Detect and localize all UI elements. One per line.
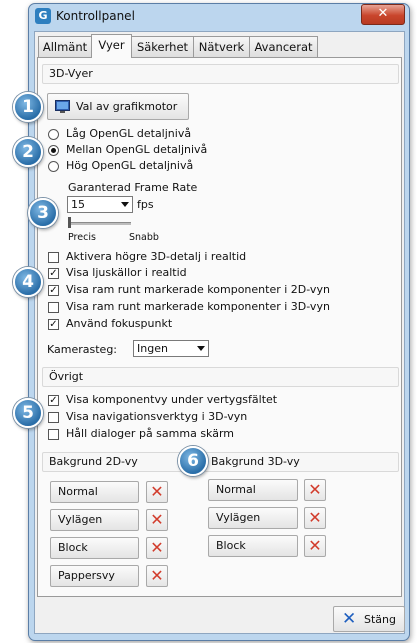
radio-medium-detail[interactable]: [48, 145, 59, 156]
delete-background-3d-vylagen-button[interactable]: ✕: [304, 507, 326, 529]
background-2d-pappersvy[interactable]: Pappersvy: [50, 565, 139, 587]
callout-badge-3: 3: [28, 198, 58, 228]
checkbox-focus-point[interactable]: ✓: [48, 319, 59, 330]
section-header-background-3d: Bakgrund 3D-vy: [204, 452, 399, 472]
checkbox-frame-3d-label: Visa ram runt markerade komponenter i 3D…: [66, 300, 330, 313]
frame-rate-value: 15: [71, 198, 85, 211]
delete-background-3d-normal-button[interactable]: ✕: [304, 479, 326, 501]
graphics-engine-button-label: Val av grafikmotor: [76, 100, 178, 113]
monitor-icon: [55, 100, 70, 113]
tab-vyer[interactable]: Vyer: [91, 34, 132, 58]
close-dialog-button-label: Stäng: [364, 613, 396, 626]
delete-background-2d-block-button[interactable]: ✕: [146, 537, 168, 559]
checkbox-light-sources[interactable]: ✓: [48, 268, 59, 279]
tab-avancerat[interactable]: Avancerat: [249, 36, 318, 57]
radio-low-detail[interactable]: [48, 129, 59, 140]
section-header-other: Övrigt: [42, 367, 399, 387]
background-3d-normal[interactable]: Normal: [208, 479, 298, 501]
callout-badge-4: 4: [13, 267, 43, 297]
checkbox-focus-point-label: Använd fokuspunkt: [66, 317, 173, 330]
slider-min-label: Precis: [68, 232, 96, 243]
app-logo-icon: G: [35, 8, 51, 24]
frame-rate-unit: fps: [137, 198, 154, 211]
delete-background-3d-block-button[interactable]: ✕: [304, 535, 326, 557]
checkbox-same-screen-label: Håll dialoger på samma skärm: [66, 427, 235, 440]
callout-badge-1: 1: [13, 92, 43, 122]
chevron-down-icon: [121, 202, 129, 207]
chevron-down-icon: [197, 346, 205, 351]
delete-background-2d-vylagen-button[interactable]: ✕: [146, 509, 168, 531]
background-3d-vylagen[interactable]: Vylägen: [208, 507, 298, 529]
background-2d-block[interactable]: Block: [50, 537, 139, 559]
close-x-icon: ✕: [342, 609, 357, 629]
checkbox-realtime-detail-label: Aktivera högre 3D-detalj i realtid: [66, 250, 247, 263]
camera-step-select[interactable]: Ingen: [133, 340, 209, 357]
callout-badge-5: 5: [13, 398, 43, 428]
frame-rate-select[interactable]: 15: [67, 196, 133, 213]
section-header-3d-views: 3D-Vyer: [42, 64, 399, 84]
window-close-button[interactable]: ✕: [361, 4, 405, 25]
checkbox-frame-2d[interactable]: ✓: [48, 285, 59, 296]
background-2d-normal[interactable]: Normal: [50, 481, 139, 503]
tab-allmant[interactable]: Allmänt: [38, 36, 92, 57]
camera-step-label: Kamerasteg:: [47, 343, 118, 356]
tab-sakerhet[interactable]: Säkerhet: [131, 36, 194, 57]
checkbox-component-view[interactable]: ✓: [48, 395, 59, 406]
checkbox-realtime-detail[interactable]: [48, 252, 59, 263]
tab-natverk[interactable]: Nätverk: [193, 36, 250, 57]
slider-max-label: Snabb: [129, 232, 159, 243]
checkbox-frame-3d[interactable]: [48, 302, 59, 313]
background-2d-vylagen[interactable]: Vylägen: [50, 509, 139, 531]
frame-rate-label: Garanterad Frame Rate: [68, 181, 198, 194]
checkbox-navigation-tools-label: Visa navigationsverktyg i 3D-vyn: [66, 410, 248, 423]
quality-slider-thumb[interactable]: [68, 217, 71, 228]
checkbox-frame-2d-label: Visa ram runt markerade komponenter i 2D…: [66, 283, 330, 296]
camera-step-value: Ingen: [137, 342, 168, 355]
delete-background-2d-pappersvy-button[interactable]: ✕: [146, 565, 168, 587]
checkbox-same-screen[interactable]: [48, 429, 59, 440]
callout-badge-2: 2: [13, 137, 43, 167]
checkbox-component-view-label: Visa komponentvy under vertygsfältet: [66, 393, 278, 406]
radio-low-detail-label: Låg OpenGL detaljnivå: [66, 127, 192, 140]
delete-background-2d-normal-button[interactable]: ✕: [146, 481, 168, 503]
graphics-engine-button[interactable]: Val av grafikmotor: [47, 93, 189, 120]
close-dialog-button[interactable]: ✕ Stäng: [333, 606, 405, 632]
checkbox-light-sources-label: Visa ljuskällor i realtid: [66, 266, 187, 279]
checkbox-navigation-tools[interactable]: [48, 412, 59, 423]
radio-high-detail-label: Hög OpenGL detaljnivå: [66, 159, 194, 172]
radio-high-detail[interactable]: [48, 161, 59, 172]
radio-medium-detail-label: Mellan OpenGL detaljnivå: [66, 143, 208, 156]
quality-slider-track[interactable]: [69, 222, 131, 225]
callout-badge-6: 6: [178, 446, 208, 476]
window-title: Kontrollpanel: [56, 9, 135, 23]
background-3d-block[interactable]: Block: [208, 535, 298, 557]
